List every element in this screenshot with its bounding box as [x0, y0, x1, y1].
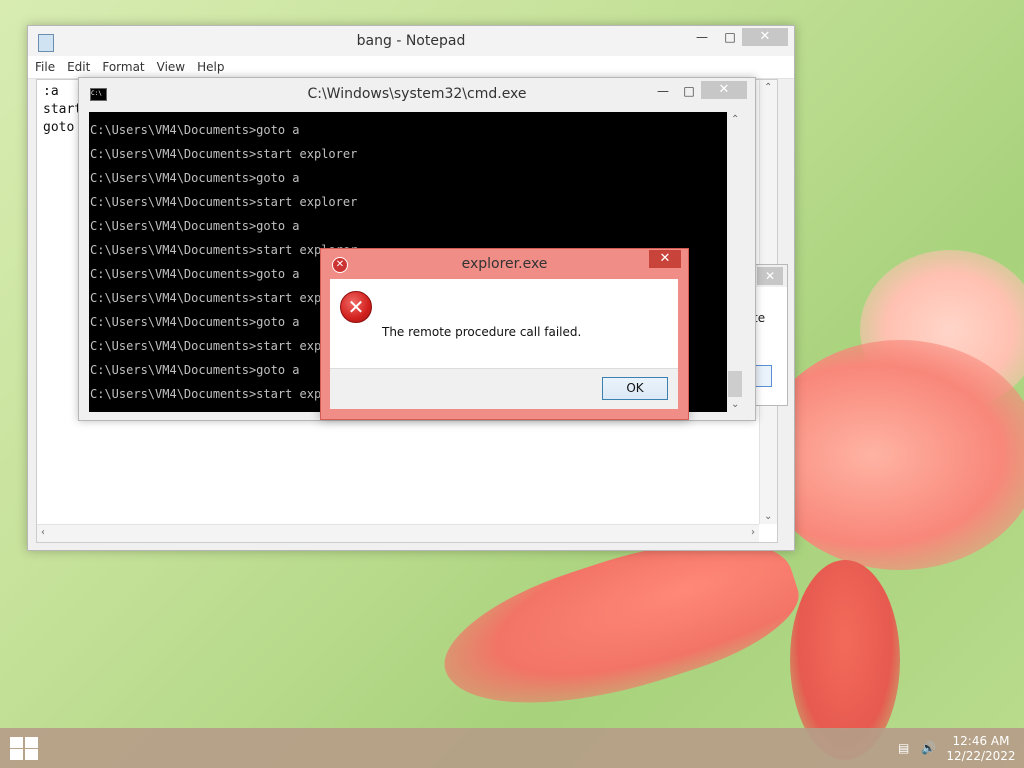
maximize-icon[interactable]: □	[716, 30, 744, 46]
scroll-down-icon[interactable]: ⌄	[731, 399, 739, 410]
console-line: C:\Users\VM4\Documents>start explorer	[90, 195, 358, 209]
error-dialog-title: explorer.exe	[461, 256, 548, 272]
close-icon: ✕	[659, 251, 671, 266]
menu-edit[interactable]: Edit	[60, 56, 95, 74]
scroll-up-icon[interactable]: ⌃	[764, 82, 772, 93]
error-message: The remote procedure call failed.	[382, 325, 582, 339]
minimize-icon[interactable]: —	[649, 84, 677, 100]
scroll-up-icon[interactable]: ⌃	[731, 114, 739, 125]
close-icon: ✕	[759, 29, 771, 44]
ok-button[interactable]: OK	[602, 377, 668, 400]
wallpaper-petal	[760, 340, 1024, 570]
menu-file[interactable]: File	[28, 56, 60, 74]
error-icon: ✕	[340, 291, 372, 323]
console-line: C:\Users\VM4\Documents>start explorer	[90, 387, 358, 401]
minimize-icon[interactable]: —	[688, 30, 716, 46]
scroll-left-icon[interactable]: ‹	[41, 527, 45, 538]
menu-format[interactable]: Format	[95, 56, 149, 74]
close-icon: ✕	[718, 82, 730, 97]
notepad-content: :a start goto	[43, 84, 83, 135]
console-line: C:\Users\VM4\Documents>start explorer	[90, 147, 358, 161]
error-dialog-body: ✕ The remote procedure call failed. OK	[330, 279, 678, 409]
taskbar: ▤ 🔊 12:46 AM 12/22/2022	[0, 728, 1024, 768]
clock-time: 12:46 AM	[952, 734, 1010, 748]
volume-icon[interactable]: 🔊	[921, 742, 936, 754]
console-lines: C:\Users\VM4\Documents>goto a C:\Users\VM…	[90, 122, 357, 410]
background-dialog: ✕ te	[752, 264, 788, 406]
console-line: C:\Users\VM4\Documents>goto a	[90, 123, 300, 137]
background-dialog-close-button[interactable]: ✕	[757, 267, 783, 285]
notepad-titlebar[interactable]: bang - Notepad — □ ✕	[28, 26, 794, 56]
clock[interactable]: 12:46 AM 12/22/2022	[940, 734, 1022, 764]
scroll-right-icon[interactable]: ›	[751, 527, 755, 538]
windows-logo-icon	[25, 737, 38, 748]
console-line: C:\Users\VM4\Documents>goto a	[90, 171, 300, 185]
menu-view[interactable]: View	[150, 56, 190, 74]
error-dialog: ✕ explorer.exe ✕ ✕ The remote procedure …	[320, 248, 689, 420]
notepad-horizontal-scrollbar[interactable]: ‹ ›	[37, 524, 759, 542]
cmd-vertical-scrollbar[interactable]: ⌃ ⌄	[727, 112, 744, 412]
start-button[interactable]	[9, 736, 39, 760]
windows-logo-icon	[25, 749, 38, 760]
console-line: C:\Users\VM4\Documents>start explorer	[90, 291, 358, 305]
console-line: C:\Users\VM4\Documents>start explorer	[90, 243, 358, 257]
console-line: C:\Users\VM4\Documents>goto a	[90, 219, 300, 233]
menu-help[interactable]: Help	[190, 56, 229, 74]
cmd-close-button[interactable]: ✕	[701, 81, 747, 99]
console-line: C:\Users\VM4\Documents>goto a	[90, 315, 300, 329]
scroll-down-icon[interactable]: ⌄	[764, 511, 772, 522]
network-icon[interactable]: ▤	[898, 742, 912, 754]
maximize-icon[interactable]: □	[675, 84, 703, 100]
error-dialog-footer: OK	[330, 368, 678, 409]
scroll-thumb[interactable]	[728, 371, 742, 397]
wallpaper-petal	[860, 250, 1024, 410]
notepad-title: bang - Notepad	[356, 33, 466, 49]
notepad-close-button[interactable]: ✕	[742, 28, 788, 46]
windows-logo-icon	[10, 737, 23, 748]
windows-logo-icon	[10, 749, 23, 760]
notepad-menubar: File Edit Format View Help	[28, 56, 794, 79]
clock-date: 12/22/2022	[946, 749, 1016, 763]
console-line: C:\Users\VM4\Documents>goto a	[90, 363, 300, 377]
error-dialog-close-button[interactable]: ✕	[649, 250, 681, 268]
console-line: C:\Users\VM4\Documents>start explorer	[90, 339, 358, 353]
console-line: C:\Users\VM4\Documents>goto a	[90, 267, 300, 281]
close-icon: ✕	[764, 269, 776, 283]
